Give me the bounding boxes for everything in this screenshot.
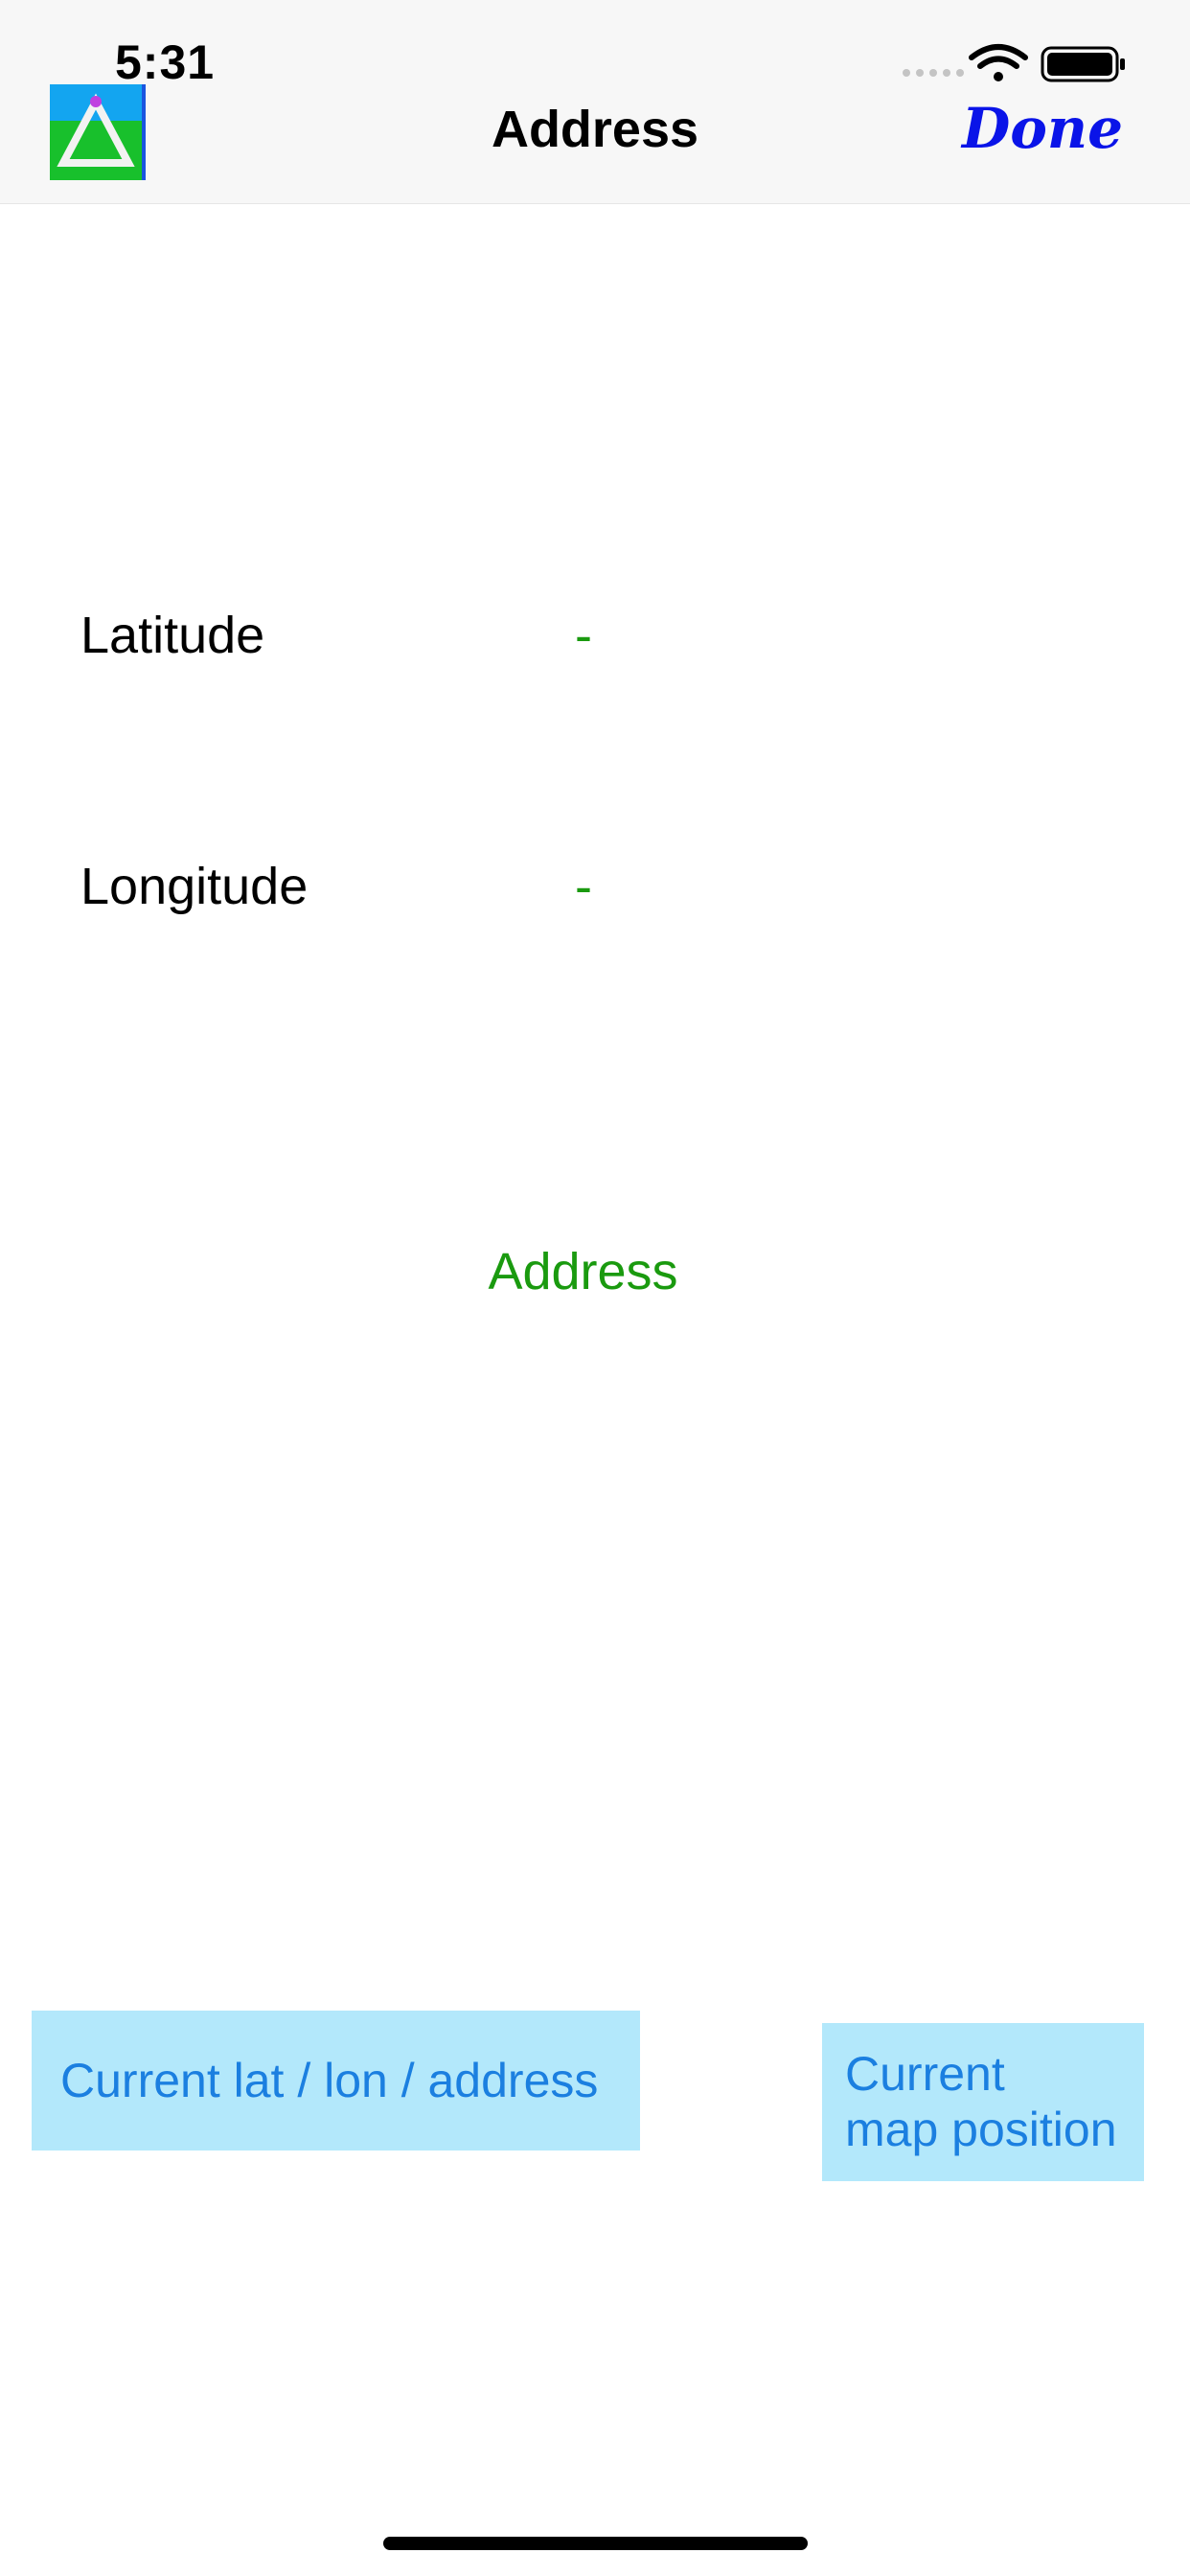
map-position-label-line2: map position [845, 2103, 1117, 2156]
done-button[interactable]: Done [962, 96, 1123, 161]
latitude-value: - [575, 607, 592, 664]
longitude-label: Longitude [80, 858, 309, 915]
battery-icon [1041, 46, 1125, 82]
status-icons [903, 44, 1125, 82]
address-screen: 5:31 Address Done Latitude - Longitude -… [0, 0, 1190, 2576]
current-location-button[interactable]: Current lat / lon / address [32, 2011, 640, 2150]
current-map-position-button[interactable]: Current map position [822, 2023, 1144, 2181]
wifi-icon [969, 44, 1028, 81]
status-time: 5:31 [115, 35, 216, 89]
current-location-button-label: Current lat / lon / address [60, 2054, 599, 2107]
address-text: Address [488, 1243, 678, 1300]
longitude-value: - [575, 858, 592, 915]
navigation-bar: 5:31 Address Done [0, 0, 1190, 204]
home-indicator[interactable] [383, 2537, 808, 2550]
map-position-label-line1: Current [845, 2047, 1005, 2101]
latitude-label: Latitude [80, 607, 265, 664]
signal-dots-icon [903, 69, 964, 77]
